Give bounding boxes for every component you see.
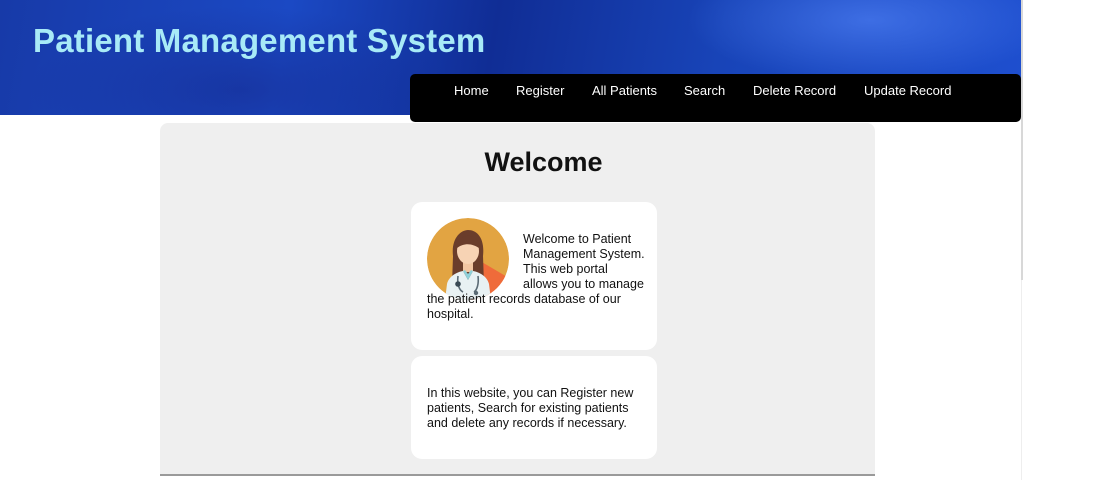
nav-search[interactable]: Search xyxy=(684,83,725,98)
main-panel: Welcome Welcome to Patient Management Sy… xyxy=(160,123,875,476)
welcome-heading: Welcome xyxy=(484,147,603,177)
nav-all-patients[interactable]: All Patients xyxy=(592,83,657,98)
site-title: Patient Management System xyxy=(33,22,486,59)
nav-update-record[interactable]: Update Record xyxy=(864,83,951,98)
nav-delete-record[interactable]: Delete Record xyxy=(753,83,836,98)
features-card: In this website, you can Register new pa… xyxy=(411,356,657,459)
page-divider xyxy=(1021,0,1023,280)
intro-text: Welcome to Patient Management System. Th… xyxy=(427,232,645,321)
page-divider-lower xyxy=(1021,280,1022,480)
nav-home[interactable]: Home xyxy=(454,83,489,98)
main-nav: Home Register All Patients Search Delete… xyxy=(410,74,1021,122)
nav-register[interactable]: Register xyxy=(516,83,564,98)
features-text: In this website, you can Register new pa… xyxy=(427,386,634,430)
intro-card: Welcome to Patient Management System. Th… xyxy=(411,202,657,350)
